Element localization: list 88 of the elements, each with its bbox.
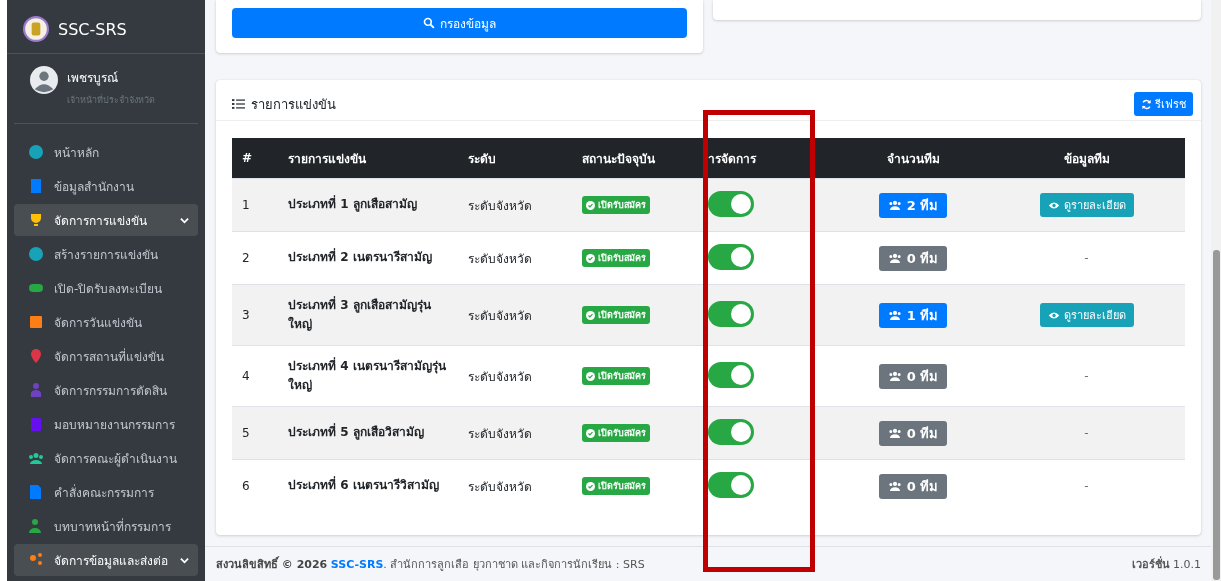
column-header: สถานะปัจจุบัน	[572, 138, 698, 179]
column-header: ระดับ	[458, 138, 572, 179]
sidebar-item[interactable]: จัดการข้อมูลและส่งต่อ	[14, 544, 198, 576]
column-header: ข้อมูลทีม	[988, 138, 1185, 179]
status-badge: เปิดรับสมัคร	[582, 477, 650, 495]
person-icon	[28, 382, 44, 398]
refresh-icon	[1141, 98, 1152, 110]
user-icon	[28, 518, 44, 534]
table-cell: 3	[232, 284, 278, 346]
users-icon	[887, 428, 902, 438]
filter-button[interactable]: กรองข้อมูล	[232, 8, 687, 38]
users-icon	[887, 371, 902, 381]
table-cell: 5	[232, 406, 278, 460]
team-count-button[interactable]: 0 ทีม	[878, 420, 948, 446]
emblem-icon	[23, 16, 49, 42]
sidebar-item[interactable]: ข้อมูลสำนักงาน	[14, 170, 198, 202]
users-icon	[28, 450, 44, 466]
brand-title: SSC-SRS	[58, 19, 127, 39]
table-cell: ประเภทที่ 5 ลูกเสือวิสามัญ	[278, 406, 458, 460]
card-title: รายการแข่งขัน	[251, 95, 337, 114]
map-pin-icon	[28, 348, 44, 364]
team-count-button[interactable]: 2 ทีม	[878, 192, 948, 218]
check-circle-icon	[586, 310, 595, 320]
table-cell: ระดับจังหวัด	[458, 406, 572, 460]
team-count-button[interactable]: 0 ทีม	[878, 473, 948, 499]
team-count-button[interactable]: 1 ทีม	[878, 302, 948, 328]
check-circle-icon	[586, 371, 595, 381]
column-header: ารจัดการ	[698, 138, 838, 179]
sidebar-item[interactable]: บทบาทหน้าที่กรรมการ	[14, 510, 198, 542]
table-cell: -	[1084, 251, 1089, 265]
sidebar-item[interactable]: จัดการการแข่งขัน	[14, 204, 198, 236]
table-cell: -	[1084, 426, 1089, 440]
users-icon	[887, 253, 902, 263]
toggle-switch[interactable]	[708, 418, 754, 445]
status-badge: เปิดรับสมัคร	[582, 306, 650, 324]
users-icon	[887, 200, 902, 210]
table-cell: ประเภทที่ 1 ลูกเสือสามัญ	[278, 178, 458, 232]
version-text: เวอร์ชั่น 1.0.1	[1131, 555, 1201, 573]
status-badge: เปิดรับสมัคร	[582, 196, 650, 214]
status-badge: เปิดรับสมัคร	[582, 424, 650, 442]
eye-icon	[1047, 310, 1060, 320]
sidebar-item[interactable]: จัดการวันแข่งขัน	[14, 306, 198, 338]
trophy-icon	[28, 212, 44, 228]
sidebar-item[interactable]: จัดการสถานที่แข่งขัน	[14, 340, 198, 372]
table-cell: ประเภทที่ 3 ลูกเสือสามัญรุ่นใหญ่	[278, 284, 458, 346]
table-cell: 6	[232, 459, 278, 512]
team-count-button[interactable]: 0 ทีม	[878, 363, 948, 389]
column-header: จำนวนทีม	[838, 138, 988, 179]
status-badge: เปิดรับสมัคร	[582, 367, 650, 385]
sidebar-item[interactable]: คำสั่งคณะกรรมการ	[14, 476, 198, 508]
toggle-switch[interactable]	[708, 361, 754, 388]
column-header: #	[232, 138, 278, 179]
check-circle-icon	[586, 428, 595, 438]
eye-icon	[1047, 200, 1060, 210]
table-cell: ระดับจังหวัด	[458, 284, 572, 346]
list-icon	[232, 98, 245, 110]
sidebar-item[interactable]: มอบหมายงานกรรมการ	[14, 408, 198, 440]
sidebar-item[interactable]: จัดการคณะผู้ดำเนินงาน	[14, 442, 198, 474]
search-icon	[423, 17, 435, 29]
user-role: เจ้าหน้าที่ประจำจังหวัด	[67, 93, 155, 107]
users-icon	[887, 310, 902, 320]
status-badge: เปิดรับสมัคร	[582, 249, 650, 267]
table-cell: -	[1084, 479, 1089, 493]
toggle-switch[interactable]	[708, 190, 754, 217]
scrollbar-thumb[interactable]	[1213, 250, 1220, 580]
refresh-button[interactable]: รีเฟรช	[1134, 92, 1193, 116]
copyright-text: สงวนลิขสิทธิ์ © 2026 SSC-SRS. สำนักการลูกเสือ ยุวกาชาด และกิจการนักเรียน : SRS	[216, 555, 645, 573]
avatar-icon	[30, 66, 58, 94]
sidebar-item[interactable]: จัดการกรรมการตัดสิน	[14, 374, 198, 406]
sidebar-item[interactable]: สร้างรายการแข่งขัน	[14, 238, 198, 270]
sidebar-item[interactable]: หน้าหลัก	[14, 136, 198, 168]
table-cell: -	[1084, 369, 1089, 383]
table-cell: ประเภทที่ 6 เนตรนารีวิสามัญ	[278, 459, 458, 512]
table-cell: 1	[232, 178, 278, 232]
check-circle-icon	[586, 200, 595, 210]
user-name: เพชรบูรณ์	[67, 70, 119, 87]
toggle-switch[interactable]	[708, 243, 754, 270]
document-icon	[28, 484, 44, 500]
users-icon	[887, 481, 902, 491]
toggle-switch[interactable]	[708, 300, 754, 327]
table-cell: ระดับจังหวัด	[458, 459, 572, 512]
column-header: รายการแข่งขัน	[278, 138, 458, 179]
check-circle-icon	[586, 253, 595, 263]
check-circle-icon	[586, 481, 595, 491]
toggle-switch[interactable]	[708, 471, 754, 498]
table-cell: ระดับจังหวัด	[458, 178, 572, 232]
sidebar-item[interactable]: เปิด-ปิดรับลงทะเบียน	[14, 272, 198, 304]
team-count-button[interactable]: 0 ทีม	[878, 245, 948, 271]
